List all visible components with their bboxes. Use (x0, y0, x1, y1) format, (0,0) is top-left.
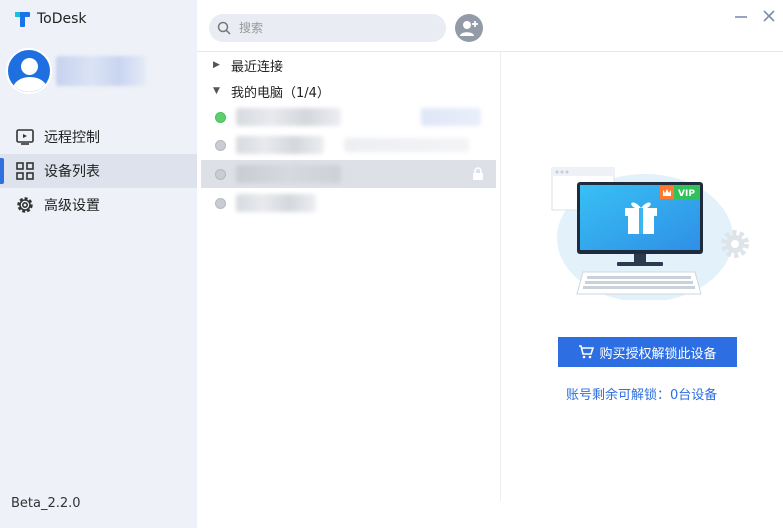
collapsed-triangle-icon: ▶ (213, 60, 220, 70)
sidebar-item-label: 高级设置 (44, 198, 100, 214)
device-name-blurred (236, 136, 324, 154)
add-user-icon (460, 21, 478, 36)
add-contact-button[interactable] (455, 14, 483, 42)
device-row[interactable] (201, 160, 496, 188)
username-blurred (56, 56, 146, 86)
expanded-triangle-icon: ▼ (213, 86, 220, 96)
device-name-blurred (236, 108, 341, 126)
group-label: 最近连接 (231, 59, 284, 75)
app-title-bar: ToDesk (14, 8, 87, 30)
svg-text:VIP: VIP (678, 189, 695, 199)
device-row[interactable] (201, 189, 496, 217)
buy-license-button[interactable]: 购买授权解锁此设备 (558, 337, 737, 367)
search-icon (217, 21, 231, 35)
sidebar-item-device-list[interactable]: 设备列表 (0, 154, 197, 188)
gear-icon (15, 195, 35, 215)
header-divider (197, 51, 783, 52)
user-profile[interactable] (6, 48, 146, 94)
close-button[interactable] (761, 8, 777, 24)
panel-divider (500, 51, 501, 501)
avatar[interactable] (6, 48, 52, 94)
minimize-button[interactable] (733, 8, 749, 24)
device-id-blurred (344, 138, 469, 152)
app-title: ToDesk (37, 11, 87, 27)
buy-license-label: 购买授权解锁此设备 (599, 346, 717, 362)
group-my-computers[interactable]: ▼ 我的电脑（1/4） (213, 81, 330, 101)
remote-control-icon (15, 127, 35, 147)
sidebar-item-advanced-settings[interactable]: 高级设置 (0, 188, 197, 222)
device-row[interactable] (201, 103, 496, 131)
sidebar: ToDesk 远程控制 设备列表 高级设置 Beta_2.2.0 (0, 0, 197, 528)
minimize-icon (735, 16, 747, 18)
sidebar-item-label: 设备列表 (44, 164, 100, 180)
group-recent-connections[interactable]: ▶ 最近连接 (213, 55, 283, 75)
device-name-blurred (236, 194, 316, 212)
offline-status-icon (215, 168, 226, 180)
offline-status-icon (215, 197, 226, 209)
unlock-quota-text: 账号剩余可解锁：0台设备 (566, 388, 718, 403)
online-status-icon (215, 111, 226, 123)
version-label: Beta_2.2.0 (11, 496, 81, 511)
sidebar-nav: 远程控制 设备列表 高级设置 (0, 120, 197, 222)
todesk-logo-icon (15, 11, 30, 27)
sidebar-item-label: 远程控制 (44, 130, 100, 146)
close-icon (763, 10, 775, 22)
group-label: 我的电脑（1/4） (231, 85, 330, 101)
locked-device-illustration: VIP (551, 167, 749, 300)
sidebar-item-remote-control[interactable]: 远程控制 (0, 120, 197, 154)
lock-icon (473, 167, 483, 180)
offline-status-icon (215, 139, 226, 151)
device-row[interactable] (201, 131, 496, 159)
device-name-blurred (236, 165, 341, 183)
cart-icon (579, 345, 595, 359)
search-input[interactable] (239, 21, 429, 35)
device-id-blurred (421, 108, 481, 126)
search-box[interactable] (209, 14, 446, 42)
grid-icon (15, 161, 35, 181)
